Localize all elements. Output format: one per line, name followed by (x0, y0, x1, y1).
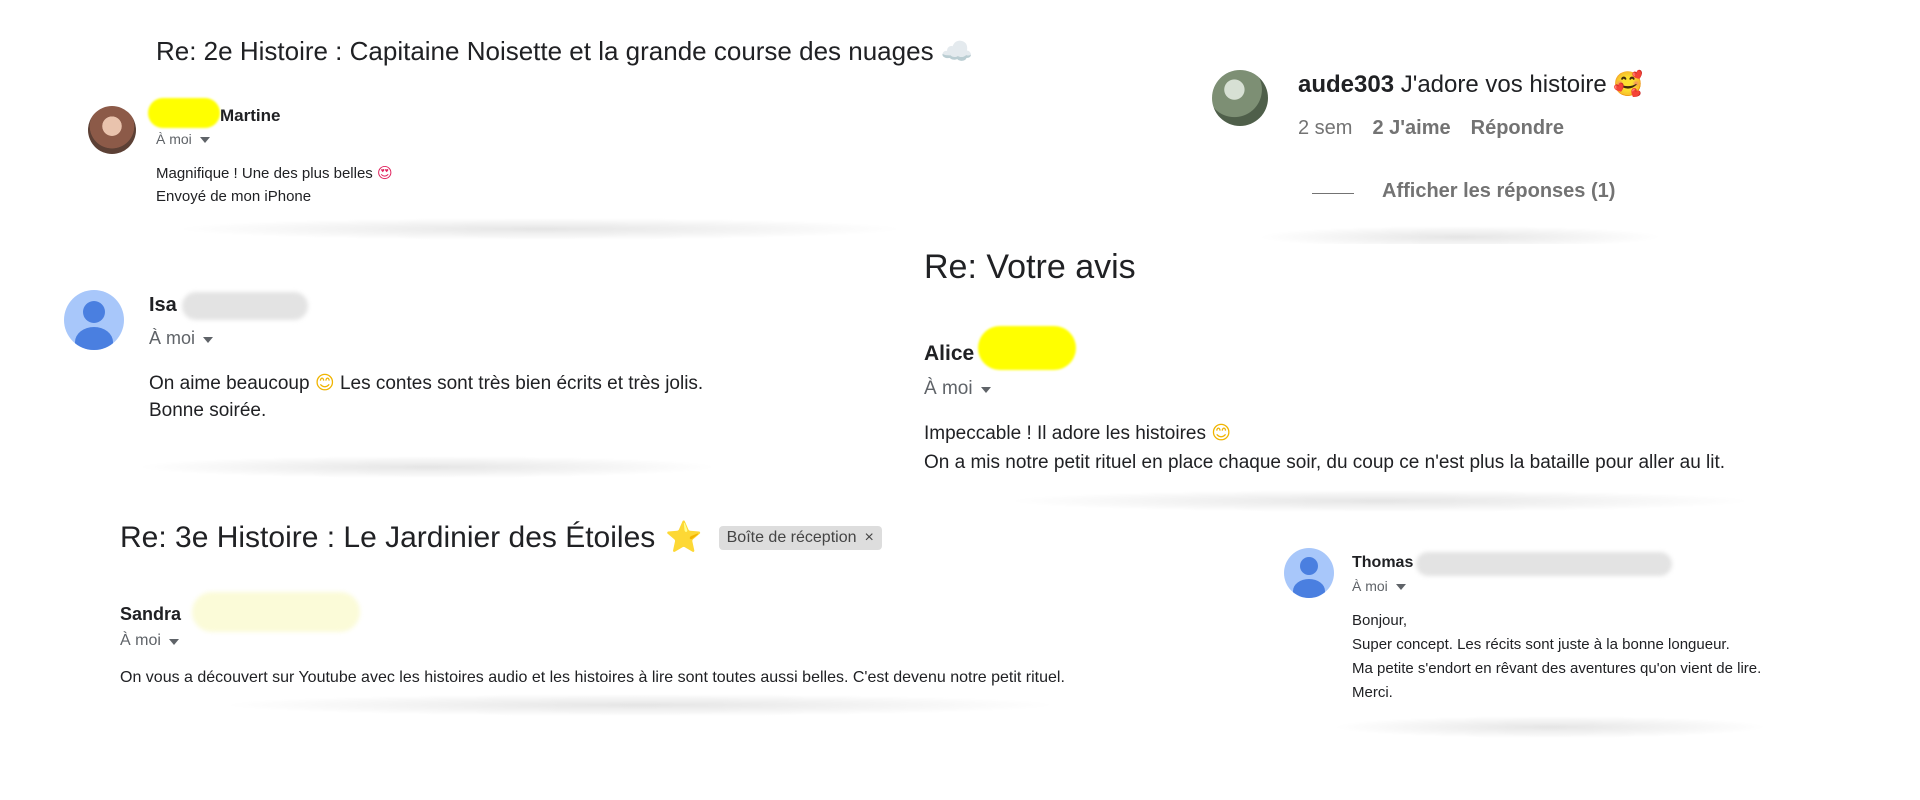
avatar (1284, 548, 1334, 598)
divider (1312, 193, 1354, 194)
avatar (64, 290, 124, 350)
close-icon[interactable]: × (865, 529, 874, 547)
recipient-dropdown[interactable]: À moi (156, 131, 210, 147)
comment-card: aude303 J'adore vos histoire 🥰 2 sem 2 J… (1200, 60, 1720, 248)
chevron-down-icon (980, 387, 991, 393)
email-body-line: Merci. (1352, 684, 1393, 701)
email-body-line: Impeccable ! Il adore les histoires 😊 (924, 422, 1232, 444)
sender-name: Sandra (120, 604, 182, 624)
sender-name: Alice (924, 342, 975, 365)
email-body-line: Bonjour, (1352, 612, 1408, 629)
chevron-down-icon (1395, 584, 1406, 590)
chevron-down-icon (199, 137, 210, 143)
email-body-line: On aime beaucoup 😊 Les contes sont très … (149, 372, 704, 394)
likes-count[interactable]: 2 J'aime (1372, 117, 1450, 140)
comment-text: aude303 J'adore vos histoire 🥰 (1298, 70, 1644, 98)
redaction-mark (192, 592, 360, 632)
inbox-label-badge: Boîte de réception × (718, 525, 882, 550)
recipient-dropdown[interactable]: À moi (924, 378, 991, 400)
email-subject: Re: 2e Histoire : Capitaine Noisette et … (156, 36, 974, 67)
redaction-mark (182, 292, 308, 320)
person-icon (1300, 557, 1318, 575)
email-card-isa: Isa À moi On aime beaucoup 😊 Les contes … (52, 280, 802, 478)
email-body-line: On vous a découvert sur Youtube avec les… (120, 669, 1065, 686)
email-subject: Re: Votre avis (924, 248, 1136, 286)
sender-name: Martine (220, 106, 281, 125)
email-body-line: Magnifique ! Une des plus belles 😍 (156, 164, 393, 182)
avatar (88, 106, 136, 154)
smiling-face-emoji-icon: 😊 (314, 372, 335, 394)
comment-time: 2 sem (1298, 117, 1353, 139)
email-body-line: Ma petite s'endort en rêvant des aventur… (1352, 660, 1762, 677)
email-body-line: Envoyé de mon iPhone (156, 188, 312, 205)
email-card-alice: Re: Votre avis Alice À moi Impeccable ! … (900, 244, 1860, 512)
cloud-emoji-icon: ☁️ (940, 37, 974, 67)
person-icon (83, 301, 105, 323)
sender-name: Thomas (1352, 554, 1414, 571)
recipient-dropdown[interactable]: À moi (149, 328, 214, 349)
heart-eyes-emoji-icon: 😍 (376, 164, 393, 182)
redaction-mark (1416, 552, 1672, 576)
recipient-dropdown[interactable]: À moi (120, 632, 179, 650)
email-body-line: Super concept. Les récits sont juste à l… (1352, 636, 1730, 653)
chevron-down-icon (203, 336, 214, 343)
redaction-mark (978, 326, 1076, 370)
email-card-sandra: Re: 3e Histoire : Le Jardinier des Étoil… (100, 518, 1180, 716)
comment-username[interactable]: aude303 (1298, 71, 1394, 98)
smiling-face-emoji-icon: 😊 (1211, 422, 1232, 444)
sender-name: Isa (149, 294, 177, 316)
smiling-face-with-hearts-emoji-icon: 🥰 (1613, 70, 1644, 98)
view-replies-button[interactable]: Afficher les réponses (1) (1382, 180, 1615, 203)
reply-button[interactable]: Répondre (1471, 117, 1564, 140)
chevron-down-icon (168, 639, 179, 645)
email-card-thomas: Thomas À moi Bonjour, Super concept. Les… (1270, 540, 1830, 738)
email-subject: Re: 3e Histoire : Le Jardinier des Étoil… (120, 520, 882, 555)
email-body-line: Bonne soirée. (149, 400, 267, 421)
redaction-mark (148, 98, 220, 128)
avatar (1212, 70, 1268, 126)
star-emoji-icon: ⭐ (665, 520, 703, 555)
email-card-martine: Re: 2e Histoire : Capitaine Noisette et … (70, 32, 1010, 240)
email-body-line: On a mis notre petit rituel en place cha… (924, 452, 1726, 473)
recipient-dropdown[interactable]: À moi (1352, 578, 1406, 594)
comment-meta: 2 sem 2 J'aime Répondre (1298, 117, 1564, 140)
